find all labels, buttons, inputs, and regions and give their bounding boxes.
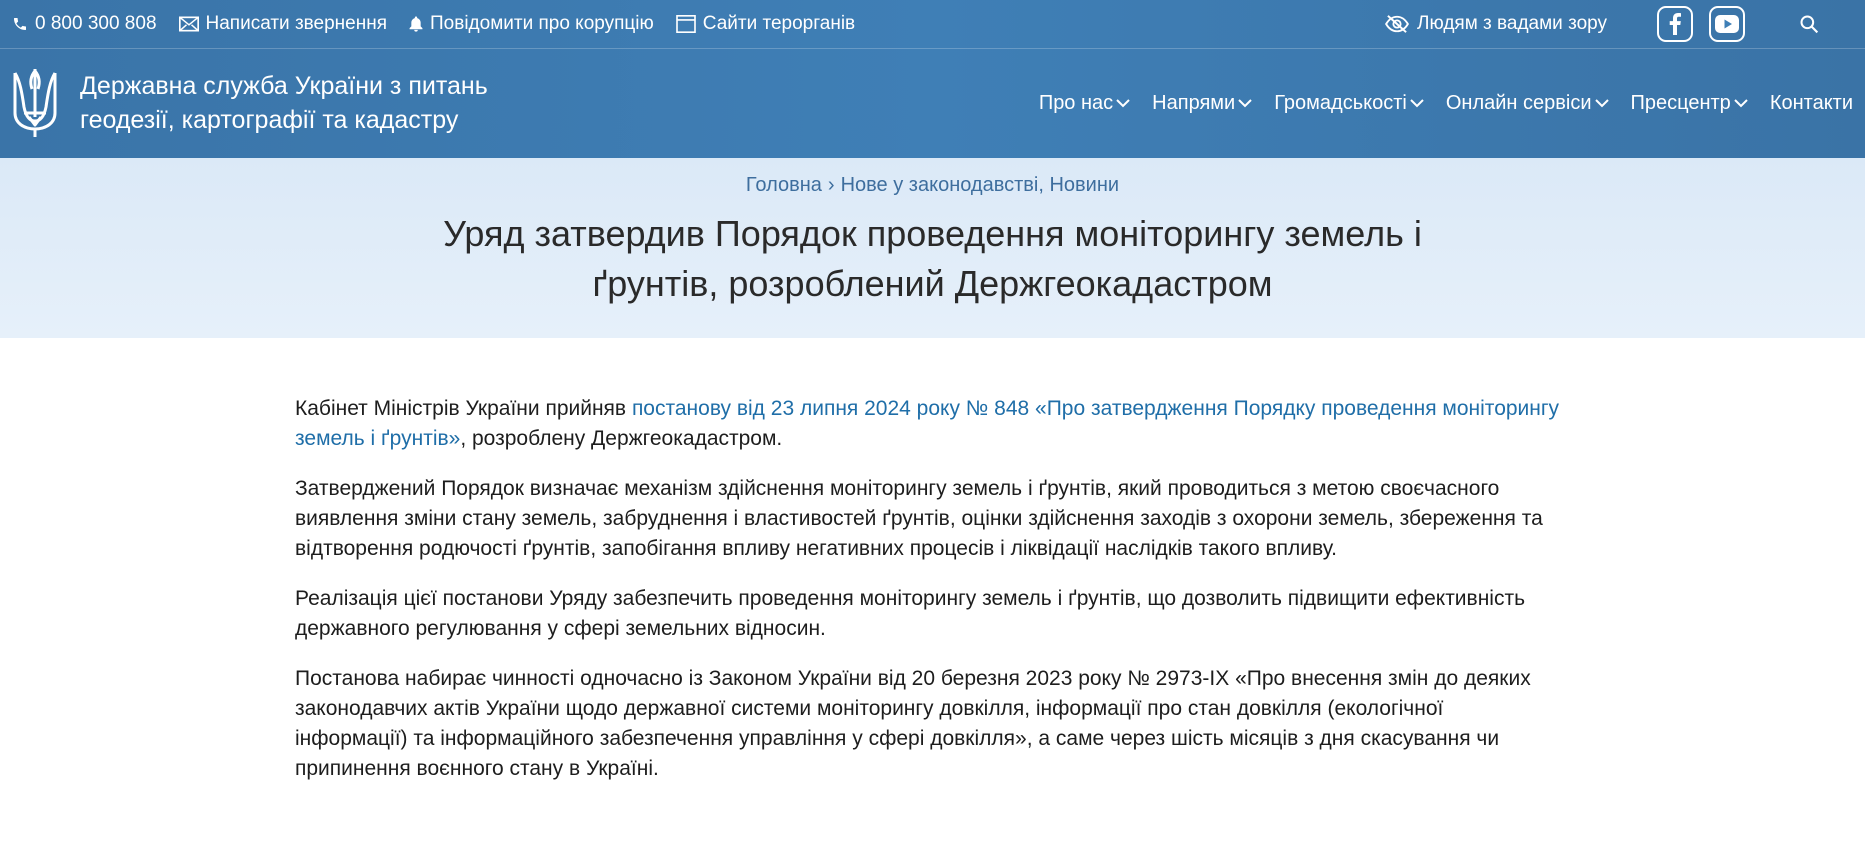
write-appeal-link[interactable]: Написати звернення xyxy=(178,13,388,35)
paragraph-text: Кабінет Міністрів України прийняв xyxy=(295,397,632,420)
search-button[interactable] xyxy=(1799,14,1819,34)
nav-item-label: Пресцентр xyxy=(1630,91,1731,114)
paragraph-text: , розроблену Держгеокадастром. xyxy=(460,427,783,450)
article-paragraph-2: Затверджений Порядок визначає механізм з… xyxy=(295,477,1543,560)
report-corruption-link[interactable]: Повідомити про корупцію xyxy=(409,13,654,35)
mail-icon xyxy=(178,16,199,32)
main-nav: Про нас Напрями Громадськості Онлайн сер… xyxy=(1017,92,1853,115)
nav-item-public[interactable]: Громадськості xyxy=(1274,92,1424,115)
nav-item-press-center[interactable]: Пресцентр xyxy=(1631,92,1748,115)
nav-item-label: Про нас xyxy=(1038,91,1114,114)
breadcrumb-home[interactable]: Головна xyxy=(746,174,822,196)
eye-slash-icon xyxy=(1385,15,1409,33)
page-title-line1: Уряд затвердив Порядок проведення моніто… xyxy=(443,213,1422,254)
trident-emblem-icon xyxy=(13,69,57,137)
nav-item-label: Онлайн сервіси xyxy=(1445,91,1592,114)
phone-icon xyxy=(14,18,26,30)
logo-link[interactable]: Державна служба України з питань геодезі… xyxy=(12,67,540,139)
breadcrumb-comma: , xyxy=(1038,174,1050,196)
phone-link[interactable]: 0 800 300 808 xyxy=(12,13,157,35)
breadcrumb: Головна › Нове у законодавстві, Новини xyxy=(0,158,1865,197)
chevron-down-icon xyxy=(1410,98,1424,107)
youtube-button[interactable] xyxy=(1709,6,1745,42)
chevron-down-icon xyxy=(1238,98,1252,107)
breadcrumb-category-legislation[interactable]: Нове у законодавстві xyxy=(841,174,1039,196)
search-icon xyxy=(1800,15,1819,34)
site-header: 0 800 300 808 Написати звернення Повідом… xyxy=(0,0,1865,158)
report-corruption-label: Повідомити про корупцію xyxy=(430,13,654,34)
page-title: Уряд затвердив Порядок проведення моніто… xyxy=(308,209,1558,309)
vision-impaired-link[interactable]: Людям з вадами зору xyxy=(1384,13,1607,35)
article-paragraph-4: Постанова набирає чинності одночасно із … xyxy=(295,667,1531,780)
chevron-down-icon xyxy=(1594,98,1609,107)
nav-item-label: Напрями xyxy=(1152,91,1236,114)
write-appeal-label: Написати звернення xyxy=(205,13,388,34)
breadcrumb-category-news[interactable]: Новини xyxy=(1049,174,1119,196)
window-icon xyxy=(675,15,696,33)
chevron-down-icon xyxy=(1116,98,1130,107)
facebook-icon xyxy=(1669,13,1681,35)
article-paragraph-3: Реалізація цієї постанови Уряду забезпеч… xyxy=(295,587,1526,640)
nav-item-contacts[interactable]: Контакти xyxy=(1770,92,1853,115)
territorial-sites-label: Сайти терорганів xyxy=(702,13,856,34)
nav-item-label: Громадськості xyxy=(1274,91,1407,114)
page-title-line2: ґрунтів, розроблений Держгеокадастром xyxy=(592,263,1273,304)
nav-item-about[interactable]: Про нас xyxy=(1039,92,1130,115)
article-body: Кабінет Міністрів України прийняв постан… xyxy=(0,338,1560,784)
top-bar: 0 800 300 808 Написати звернення Повідом… xyxy=(0,0,1865,49)
nav-item-online-services[interactable]: Онлайн сервіси xyxy=(1446,92,1609,115)
main-bar: Державна служба України з питань геодезі… xyxy=(0,49,1865,157)
page-hero: Головна › Нове у законодавстві, Новини Уря… xyxy=(0,158,1865,338)
youtube-icon xyxy=(1715,15,1739,33)
territorial-sites-link[interactable]: Сайти терорганів xyxy=(675,13,856,35)
phone-number: 0 800 300 808 xyxy=(35,13,157,34)
breadcrumb-separator: › xyxy=(827,174,835,196)
agency-name: Державна служба України з питань геодезі… xyxy=(80,69,540,137)
facebook-button[interactable] xyxy=(1657,6,1693,42)
agency-name-line2: геодезії, картографії та кадастру xyxy=(80,106,459,134)
bell-icon xyxy=(409,16,423,32)
agency-name-line1: Державна служба України з питань xyxy=(80,72,488,100)
article-paragraph-1: Кабінет Міністрів України прийняв постан… xyxy=(295,394,1560,454)
nav-item-directions[interactable]: Напрями xyxy=(1152,92,1252,115)
vision-impaired-label: Людям з вадами зору xyxy=(1417,13,1607,34)
chevron-down-icon xyxy=(1734,98,1748,107)
nav-item-label: Контакти xyxy=(1769,91,1853,114)
